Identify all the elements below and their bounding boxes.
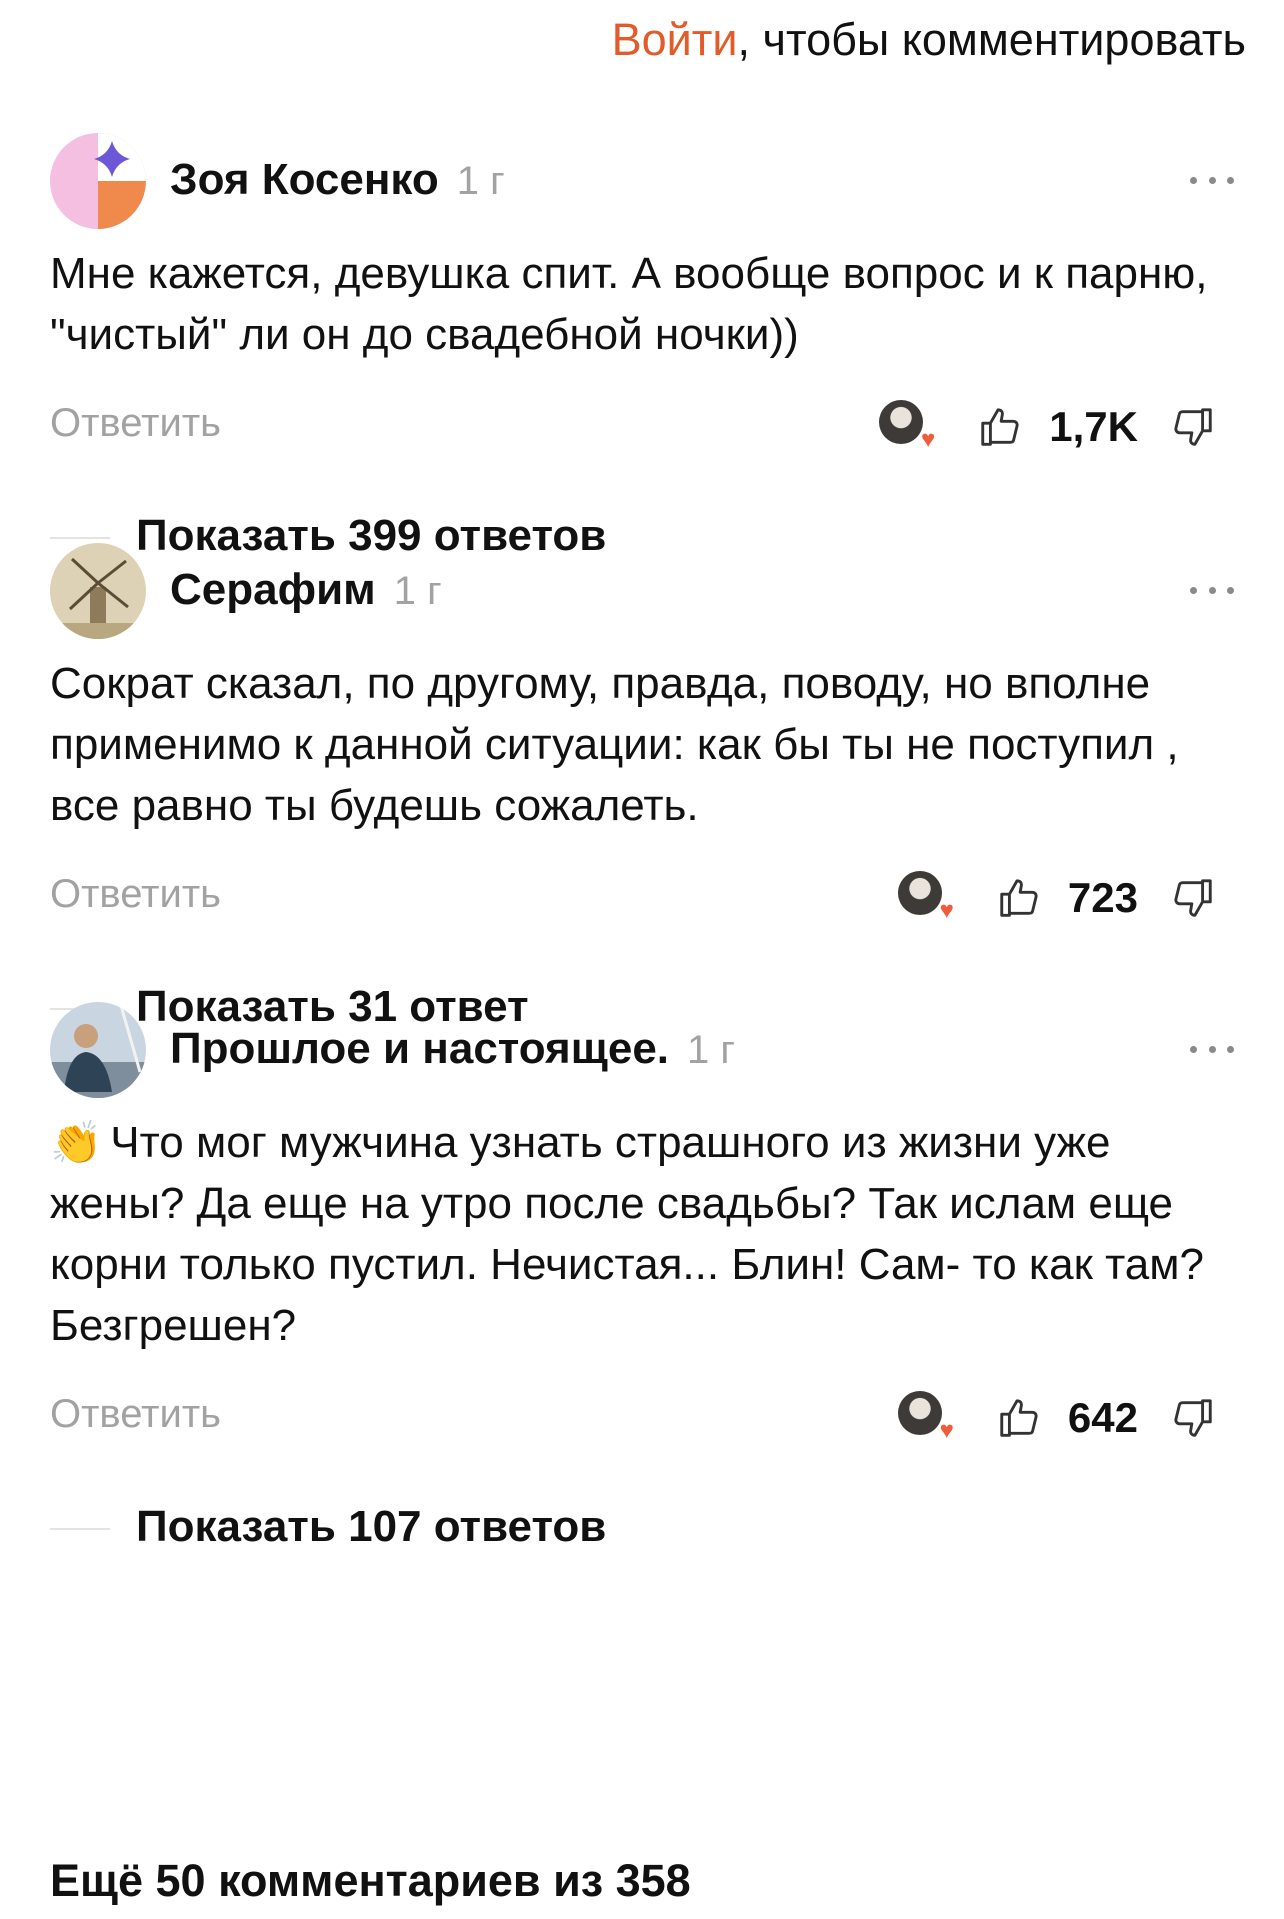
avatar[interactable] xyxy=(50,1002,146,1098)
comment: Прошлое и настоящее. 1 г 👏 Что мог мужчина… xyxy=(50,1002,1234,1570)
more-icon[interactable] xyxy=(1190,583,1234,597)
comment: Зоя Косенко 1 г Мне кажется, девушка спит… xyxy=(50,133,1234,579)
avatar[interactable] xyxy=(50,133,146,229)
comment-text: 👏 Что мог мужчина узнать страшного из жиз… xyxy=(50,1118,1204,1350)
divider xyxy=(50,1528,110,1530)
comment-header: Серафим 1 г xyxy=(50,543,1234,643)
divider xyxy=(50,537,110,539)
comment-header: Прошлое и настоящее. 1 г xyxy=(50,1002,1234,1102)
heart-icon: ♥ xyxy=(939,897,954,924)
show-replies-label: Показать 107 ответов xyxy=(136,1502,607,1551)
comment-age: 1 г xyxy=(393,569,442,613)
like-count: 642 xyxy=(1067,1394,1138,1441)
liker-avatar[interactable]: ♥ xyxy=(879,400,936,454)
login-prompt-text: , чтобы комментировать xyxy=(737,14,1246,65)
reply-button[interactable]: Ответить xyxy=(50,401,221,446)
comment-age: 1 г xyxy=(456,159,505,203)
comment-age: 1 г xyxy=(687,1028,735,1072)
comment-text: Сократ сказал, по другому, правда, повод… xyxy=(50,659,1179,830)
avatar[interactable] xyxy=(50,543,146,639)
login-prompt: Войти, чтобы комментировать xyxy=(612,14,1246,66)
clapping-hands-icon: 👏 xyxy=(50,1119,103,1166)
thumbs-down-icon[interactable] xyxy=(1170,404,1216,450)
comment-header: Зоя Косенко 1 г xyxy=(50,133,1234,233)
heart-icon: ♥ xyxy=(921,426,936,453)
thumbs-up-icon[interactable] xyxy=(996,875,1042,921)
thumbs-down-icon[interactable] xyxy=(1170,1395,1216,1441)
liker-avatar[interactable]: ♥ xyxy=(897,1391,954,1445)
comment-actions: Ответить ♥ 642 xyxy=(50,1378,1234,1458)
comment-text: Мне кажется, девушка спит. А вообще вопр… xyxy=(50,249,1208,359)
like-count: 1,7K xyxy=(1049,403,1138,450)
comment: Серафим 1 г Сократ сказал, по другому, пр… xyxy=(50,543,1234,1050)
show-replies-button[interactable]: Показать 107 ответов xyxy=(50,1490,1234,1570)
login-link[interactable]: Войти xyxy=(612,14,738,65)
comment-actions: Ответить ♥ 723 xyxy=(50,858,1234,938)
comment-author[interactable]: Серафим 1 г xyxy=(170,565,442,615)
liker-avatar[interactable]: ♥ xyxy=(897,871,954,925)
thumbs-up-icon[interactable] xyxy=(977,404,1023,450)
thumbs-down-icon[interactable] xyxy=(1170,875,1216,921)
comment-author[interactable]: Прошлое и настоящее. 1 г xyxy=(170,1024,735,1074)
more-comments-button[interactable]: Ещё 50 комментариев из 358 xyxy=(50,1855,691,1907)
more-icon[interactable] xyxy=(1190,1042,1234,1056)
more-icon[interactable] xyxy=(1190,173,1234,187)
reply-button[interactable]: Ответить xyxy=(50,872,221,917)
comment-author[interactable]: Зоя Косенко 1 г xyxy=(170,155,505,205)
like-count: 723 xyxy=(1067,874,1138,921)
thumbs-up-icon[interactable] xyxy=(996,1395,1042,1441)
reply-button[interactable]: Ответить xyxy=(50,1392,221,1437)
comment-actions: Ответить ♥ 1,7K xyxy=(50,387,1234,467)
heart-icon: ♥ xyxy=(939,1417,954,1444)
